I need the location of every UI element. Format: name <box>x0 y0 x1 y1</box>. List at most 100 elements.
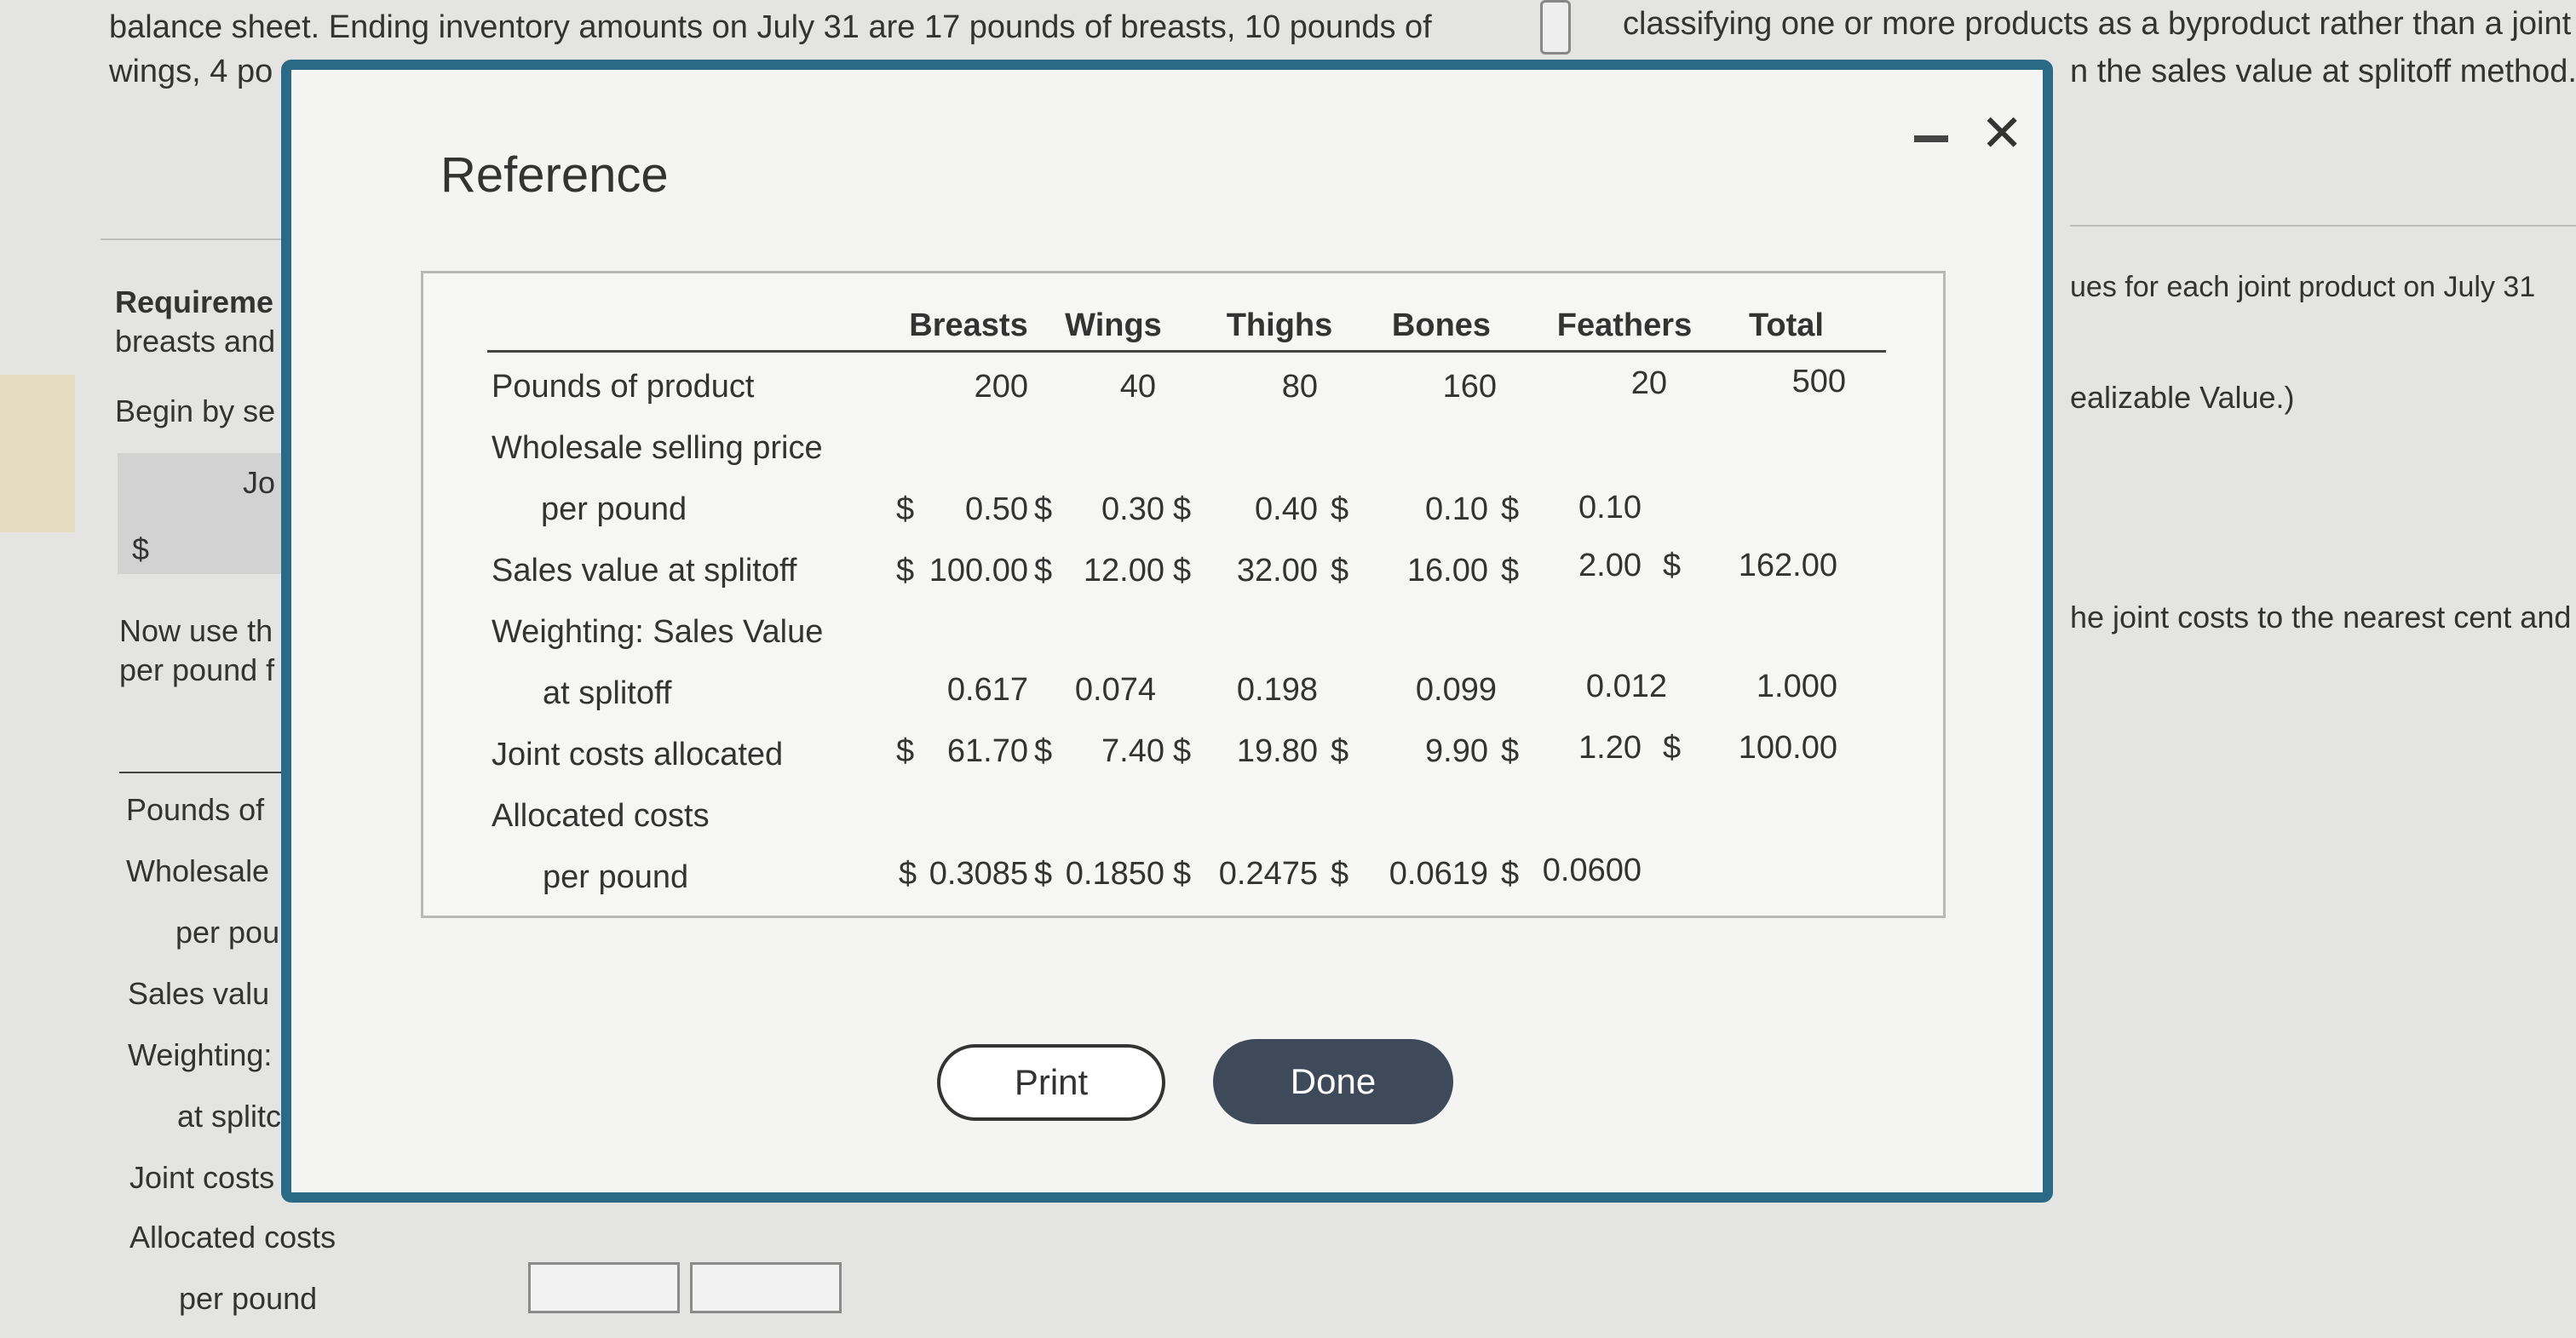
pounds-bones: 160 <box>1442 369 1497 405</box>
currency-sign: $ <box>1173 733 1192 769</box>
sales-total: 162.00 <box>1738 548 1837 583</box>
sales-feathers: 2.00 <box>1578 548 1642 583</box>
question-line-1: balance sheet. Ending inventory amounts … <box>109 9 1432 45</box>
weight-bones: 0.099 <box>1415 672 1497 708</box>
row-label-allocated-costs: Allocated costs <box>492 798 710 834</box>
background-row-label: Allocated costs <box>129 1220 336 1255</box>
row-label-joint-costs: Joint costs allocated <box>492 737 784 772</box>
column-header-thighs: Thighs <box>1226 307 1333 343</box>
background-row-label: at splitc <box>177 1099 282 1134</box>
requirement-label: Requireme <box>115 284 274 319</box>
scroll-handle[interactable] <box>1540 0 1571 55</box>
pounds-feathers: 20 <box>1630 365 1667 401</box>
background-row-label: Sales valu <box>128 976 270 1011</box>
joint-bones: 9.90 <box>1425 733 1488 769</box>
currency-sign: $ <box>1034 856 1053 892</box>
weight-wings: 0.074 <box>1074 672 1156 708</box>
currency-sign: $ <box>1501 553 1520 589</box>
background-row-label: Weighting: <box>128 1037 273 1072</box>
background-column-header: Jo <box>243 465 276 500</box>
sales-thighs: 32.00 <box>1236 553 1318 589</box>
currency-sign: $ <box>1034 553 1053 589</box>
currency-sign: $ <box>1331 856 1349 892</box>
close-icon[interactable]: ✕ <box>1981 108 2023 159</box>
now-use-text: Now use th <box>119 613 273 648</box>
joint-thighs: 19.80 <box>1236 733 1318 769</box>
currency-sign: $ <box>1663 730 1682 766</box>
currency-sign: $ <box>1663 548 1682 583</box>
column-header-bones: Bones <box>1391 307 1492 343</box>
background-row-label: Wholesale <box>126 853 270 888</box>
column-header-feathers: Feathers <box>1556 307 1693 343</box>
background-row-label: Joint costs <box>129 1160 275 1195</box>
background-divider-right <box>2070 225 2576 227</box>
sales-breasts: 100.00 <box>929 553 1028 589</box>
pounds-breasts: 200 <box>974 369 1028 405</box>
row-label-wholesale: Wholesale selling price <box>492 430 823 466</box>
weight-thighs: 0.198 <box>1236 672 1318 708</box>
pounds-thighs: 80 <box>1281 369 1318 405</box>
row-label-weighting: Weighting: Sales Value <box>492 614 824 650</box>
right-text-line-1: classifying one or more products as a by… <box>1623 6 2576 42</box>
requirement-text: breasts and <box>115 324 276 359</box>
row-label-per-pound: per pound <box>541 491 687 527</box>
modal-title: Reference <box>440 147 669 203</box>
sales-wings: 12.00 <box>1083 553 1164 589</box>
joint-total: 100.00 <box>1738 730 1837 766</box>
currency-sign: $ <box>1331 491 1349 527</box>
print-button[interactable]: Print <box>937 1044 1165 1121</box>
right-instruction-2: ealizable Value.) <box>2070 380 2295 415</box>
background-row-label: Pounds of <box>126 792 265 827</box>
right-instruction-3: he joint costs to the nearest cent and <box>2070 600 2572 635</box>
minimize-icon[interactable] <box>1914 114 1952 152</box>
currency-sign: $ <box>1501 491 1520 527</box>
currency-sign: $ <box>1501 856 1520 892</box>
background-answer-input[interactable] <box>528 1262 680 1313</box>
joint-breasts: 61.70 <box>946 733 1028 769</box>
row-label-pounds: Pounds of product <box>492 369 755 405</box>
sales-bones: 16.00 <box>1406 553 1488 589</box>
price-feathers: 0.10 <box>1578 490 1642 525</box>
pounds-total: 500 <box>1791 364 1846 399</box>
alloc-feathers: 0.0600 <box>1542 853 1642 888</box>
price-wings: 0.30 <box>1101 491 1164 527</box>
currency-sign: $ <box>1173 553 1192 589</box>
header-rule <box>487 350 1886 353</box>
row-label-alloc-per-pound: per pound <box>543 859 689 895</box>
background-divider <box>101 238 284 240</box>
done-button[interactable]: Done <box>1213 1039 1453 1124</box>
background-highlight-strip <box>0 375 75 532</box>
currency-sign: $ <box>1173 856 1192 892</box>
weight-breasts: 0.617 <box>946 672 1028 708</box>
pounds-wings: 40 <box>1119 369 1156 405</box>
row-label-at-splitoff: at splitoff <box>543 675 672 711</box>
background-dollar-sign: $ <box>132 531 150 566</box>
currency-sign: $ <box>1331 733 1349 769</box>
background-row-label: per pou <box>175 915 280 950</box>
joint-feathers: 1.20 <box>1578 730 1642 766</box>
price-breasts: 0.50 <box>965 491 1028 527</box>
begin-text: Begin by se <box>115 393 276 428</box>
column-header-breasts: Breasts <box>909 307 1028 343</box>
reference-table: Breasts Wings Thighs Bones Feathers Tota… <box>421 271 1946 918</box>
now-use-text-2: per pound f <box>119 652 275 687</box>
column-header-wings: Wings <box>1065 307 1162 343</box>
background-row-label: per pound <box>179 1281 318 1316</box>
currency-sign: $ <box>1501 733 1520 769</box>
price-thighs: 0.40 <box>1255 491 1318 527</box>
alloc-breasts: 0.3085 <box>929 856 1028 892</box>
alloc-wings: 0.1850 <box>1065 856 1164 892</box>
reference-modal: Reference ✕ Breasts Wings Thighs Bones F… <box>281 60 2053 1203</box>
right-instruction-1: ues for each joint product on July 31 <box>2070 271 2536 303</box>
currency-sign: $ <box>1034 491 1053 527</box>
background-answer-input[interactable] <box>690 1262 842 1313</box>
currency-sign: $ <box>1173 491 1192 527</box>
alloc-thighs: 0.2475 <box>1218 856 1318 892</box>
weight-feathers: 0.012 <box>1585 669 1667 704</box>
price-bones: 0.10 <box>1425 491 1488 527</box>
alloc-bones: 0.0619 <box>1389 856 1488 892</box>
column-header-total: Total <box>1749 307 1824 343</box>
background-table-rule <box>119 772 284 773</box>
weight-total: 1.000 <box>1756 669 1837 704</box>
row-label-sales-value: Sales value at splitoff <box>492 553 797 589</box>
